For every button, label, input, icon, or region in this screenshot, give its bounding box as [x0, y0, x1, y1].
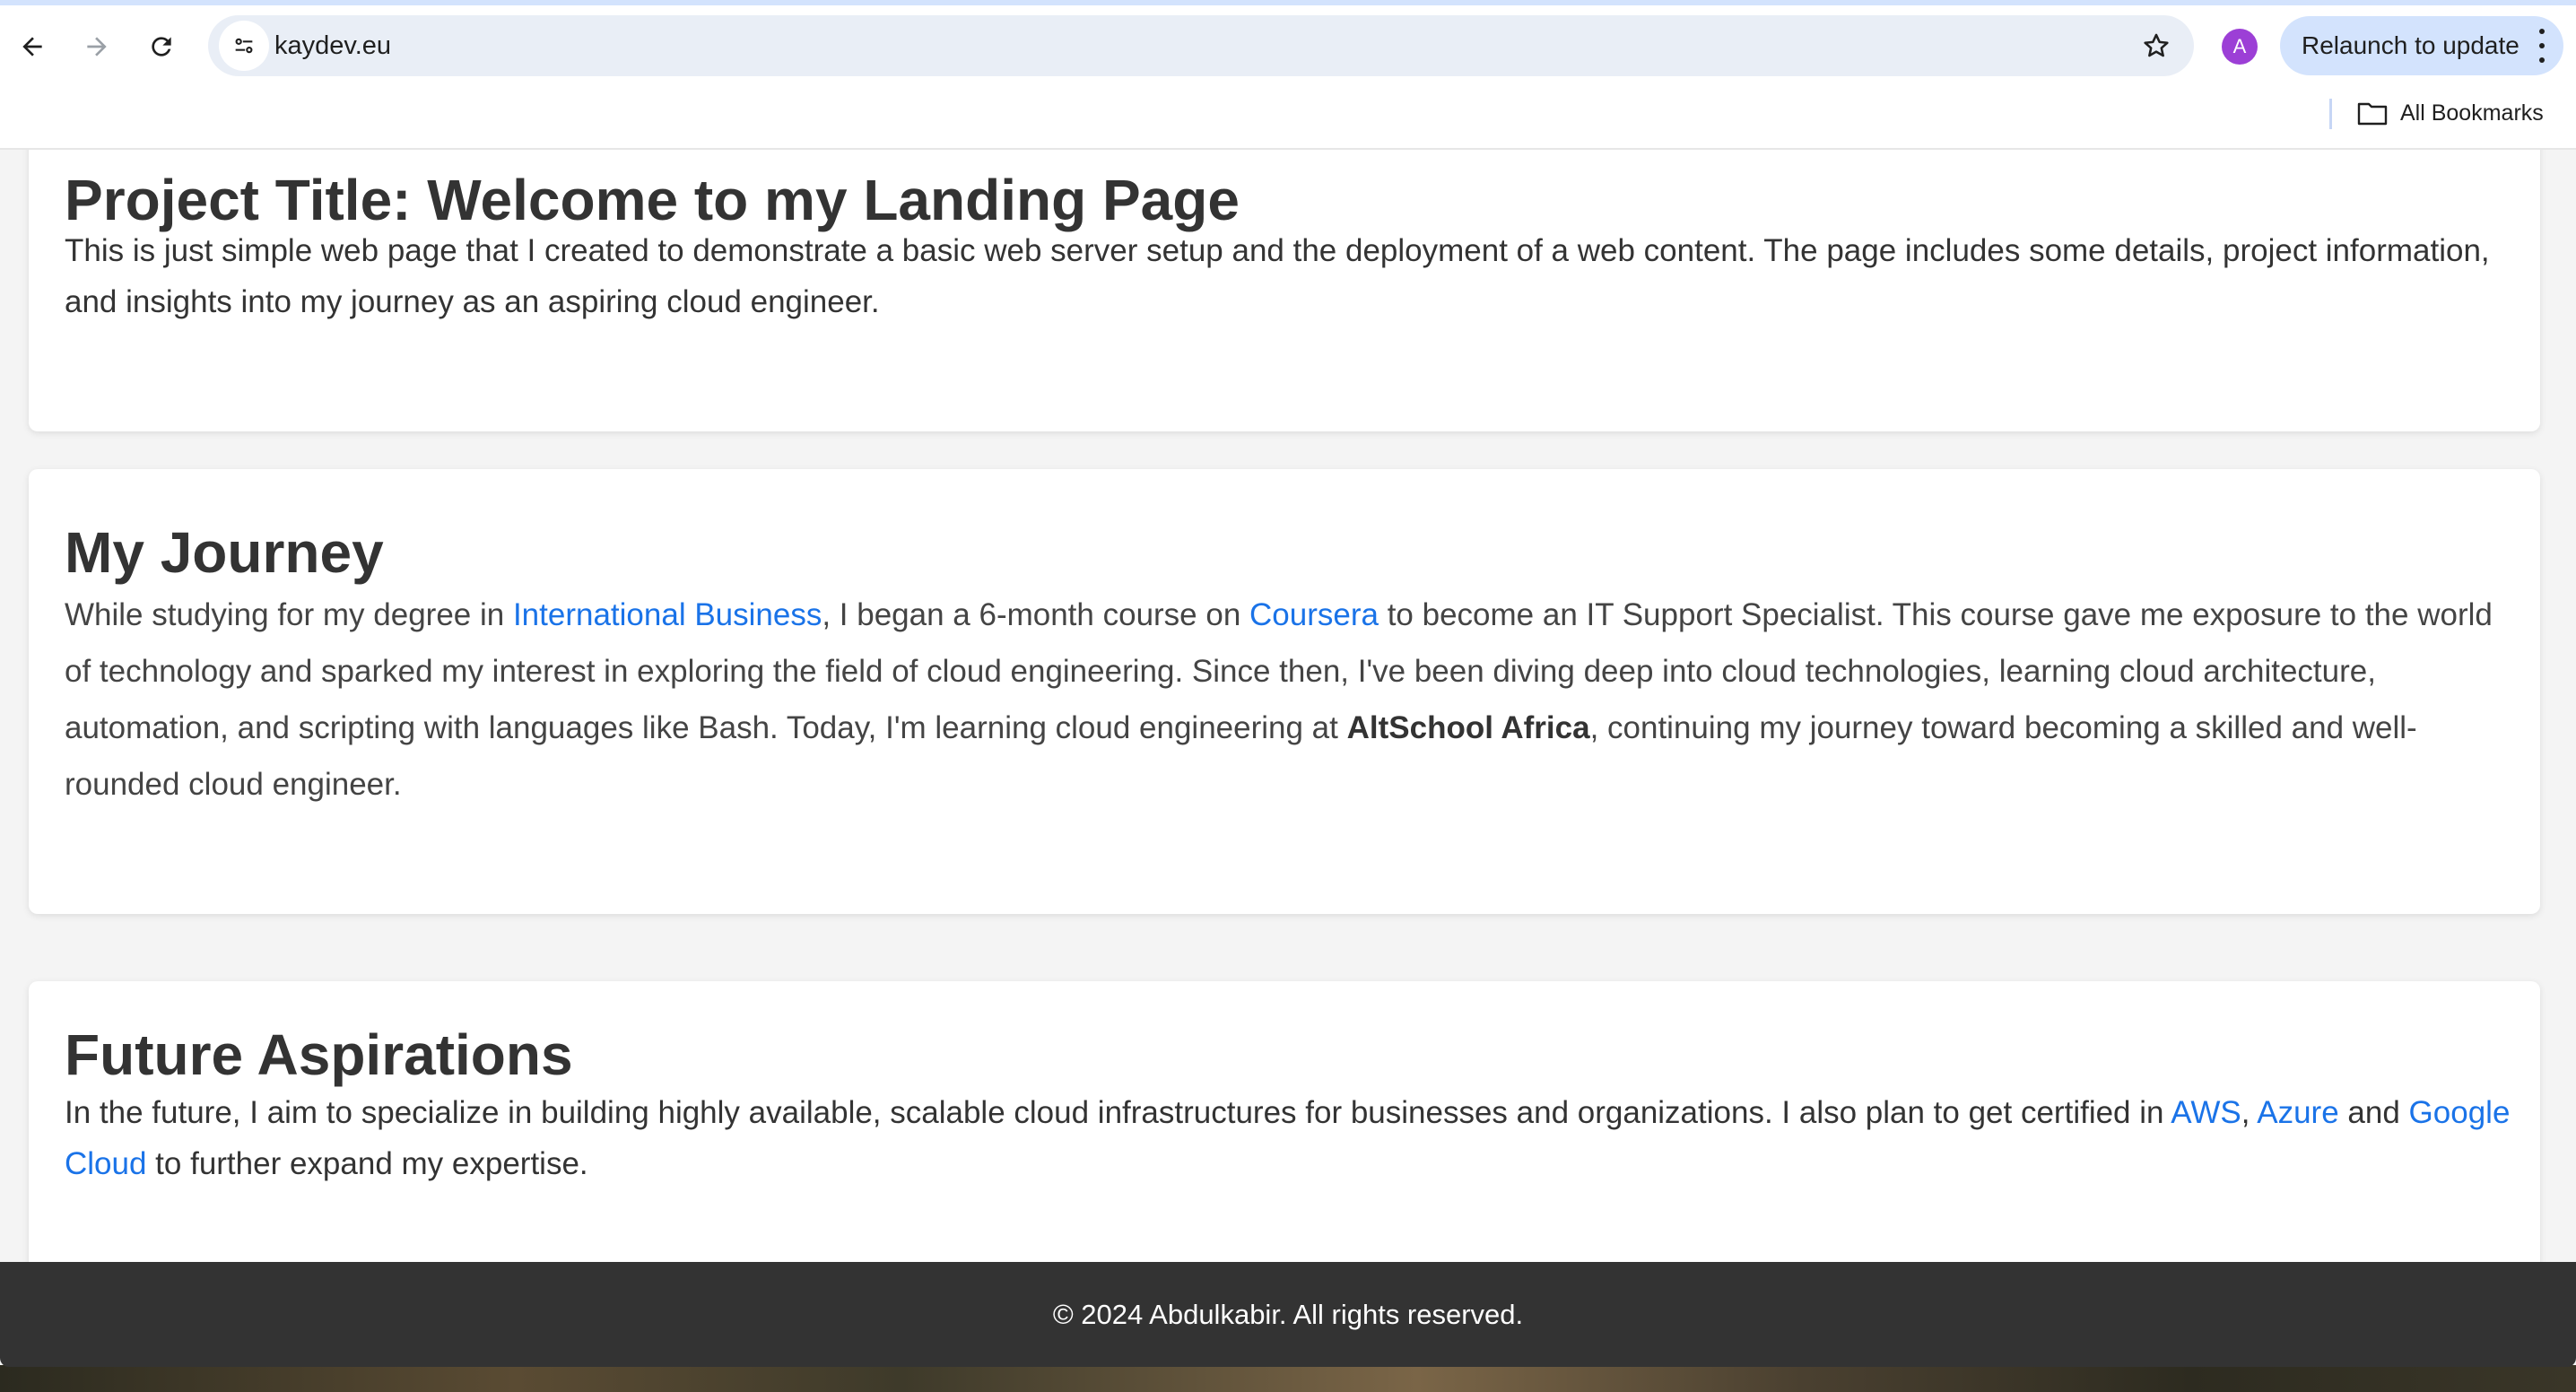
journey-text-1: While studying for my degree in — [65, 597, 513, 632]
future-and: and — [2338, 1095, 2409, 1130]
azure-link[interactable]: Azure — [2257, 1095, 2338, 1130]
page-footer: © 2024 Abdulkabir. All rights reserved. — [0, 1262, 2576, 1367]
reload-button[interactable] — [136, 22, 187, 72]
page-viewport[interactable]: Project Title: Welcome to my Landing Pag… — [0, 150, 2576, 1392]
browser-chrome: kaydev.eu A Relaunch to update All Bookm… — [0, 0, 2576, 150]
project-description: This is just simple web page that I crea… — [65, 233, 2490, 319]
site-info-button[interactable] — [219, 21, 269, 71]
journey-title: My Journey — [65, 520, 384, 585]
kebab-menu-icon[interactable] — [2535, 29, 2549, 63]
site-settings-icon — [235, 38, 253, 54]
journey-paragraph: While studying for my degree in Internat… — [65, 587, 2522, 813]
journey-text-2: , I began a 6-month course on — [822, 597, 1250, 632]
project-card: Project Title: Welcome to my Landing Pag… — [29, 150, 2540, 431]
journey-card: My Journey While studying for my degree … — [29, 469, 2540, 914]
altschool-africa-text: AltSchool Africa — [1346, 710, 1590, 745]
aws-link[interactable]: AWS — [2171, 1095, 2241, 1130]
coursera-link[interactable]: Coursera — [1249, 597, 1379, 632]
all-bookmarks-label: All Bookmarks — [2400, 100, 2544, 126]
star-icon — [2144, 33, 2169, 57]
future-title: Future Aspirations — [65, 1022, 573, 1087]
address-bar[interactable]: kaydev.eu — [208, 15, 2194, 76]
footer-copyright: © 2024 Abdulkabir. All rights reserved. — [1052, 1298, 1524, 1330]
background-image-strip — [0, 1365, 2576, 1392]
international-business-link[interactable]: International Business — [513, 597, 822, 632]
profile-avatar[interactable]: A — [2222, 29, 2258, 65]
all-bookmarks-button[interactable]: All Bookmarks — [2357, 93, 2544, 133]
future-text-1: In the future, I aim to specialize in bu… — [65, 1095, 2171, 1130]
url-text[interactable]: kaydev.eu — [274, 15, 391, 76]
back-button[interactable] — [7, 22, 57, 72]
reload-icon — [152, 37, 171, 57]
bookmarks-divider — [2329, 99, 2332, 129]
relaunch-label: Relaunch to update — [2302, 31, 2519, 59]
forward-button[interactable] — [72, 22, 122, 72]
tab-strip-edge — [0, 0, 2576, 5]
bookmark-star-button[interactable] — [2137, 26, 2176, 65]
folder-icon — [2357, 102, 2388, 126]
future-paragraph: In the future, I aim to specialize in bu… — [65, 1087, 2522, 1189]
chrome-divider — [0, 148, 2576, 150]
back-arrow-icon — [22, 37, 42, 57]
future-text-2: to further expand my expertise. — [146, 1146, 588, 1181]
forward-arrow-icon — [87, 37, 107, 57]
future-separator: , — [2241, 1095, 2258, 1130]
relaunch-button[interactable]: Relaunch to update — [2280, 16, 2563, 75]
